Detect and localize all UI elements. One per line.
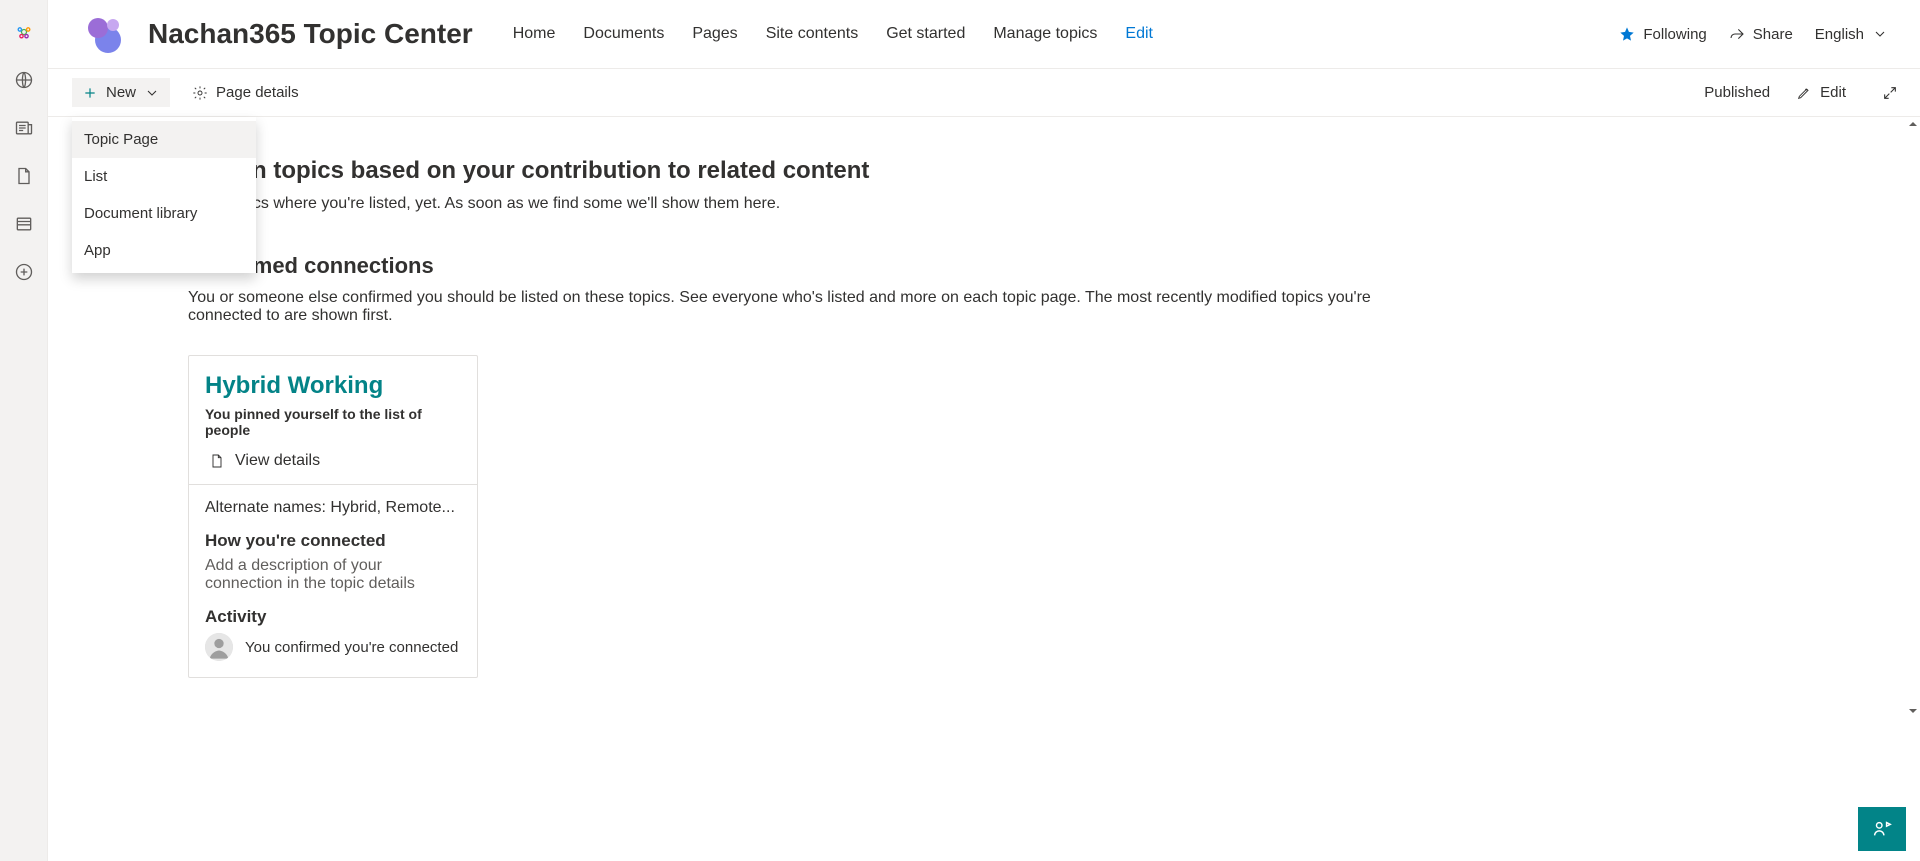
- nav-edit[interactable]: Edit: [1125, 25, 1153, 43]
- scroll-down-icon[interactable]: [1908, 706, 1918, 716]
- scroll-up-icon[interactable]: [1908, 119, 1918, 129]
- dropdown-list[interactable]: List: [72, 158, 256, 195]
- app-rail: [0, 0, 48, 861]
- view-details-label: View details: [235, 452, 320, 470]
- star-icon: [1619, 26, 1635, 42]
- dropdown-topic-page[interactable]: Topic Page: [72, 121, 256, 158]
- new-dropdown: Topic Page List Document library App: [72, 117, 256, 273]
- listed-heading: you on topics based on your contribution…: [188, 157, 1874, 185]
- command-bar: New Page details Published Edit Topic Pa…: [48, 69, 1920, 117]
- pencil-icon: [1796, 85, 1812, 101]
- site-logo: [80, 10, 128, 58]
- rail-add-icon[interactable]: [8, 256, 40, 288]
- alternate-names: Alternate names: Hybrid, Remote...: [205, 499, 461, 517]
- topic-card-subtitle: You pinned yourself to the list of peopl…: [205, 406, 461, 438]
- topic-card-title[interactable]: Hybrid Working: [205, 372, 461, 400]
- topic-card: Hybrid Working You pinned yourself to th…: [188, 355, 478, 678]
- activity-text: You confirmed you're connected: [245, 639, 458, 656]
- top-nav: Home Documents Pages Site contents Get s…: [513, 25, 1153, 43]
- avatar: [205, 633, 233, 661]
- share-icon: [1729, 26, 1745, 42]
- nav-pages[interactable]: Pages: [692, 25, 737, 43]
- rail-news-icon[interactable]: [8, 112, 40, 144]
- expand-icon: [1882, 85, 1898, 101]
- nav-home[interactable]: Home: [513, 25, 556, 43]
- nav-get-started[interactable]: Get started: [886, 25, 965, 43]
- connected-body: Add a description of your connection in …: [205, 557, 461, 593]
- rail-file-icon[interactable]: [8, 160, 40, 192]
- published-status: Published: [1704, 84, 1770, 101]
- page-icon: [209, 453, 225, 469]
- view-details-link[interactable]: View details: [205, 448, 461, 484]
- plus-icon: [82, 85, 98, 101]
- rail-list-icon[interactable]: [8, 208, 40, 240]
- listed-body: t any topics where you're listed, yet. A…: [188, 195, 1874, 213]
- page-content: you on topics based on your contribution…: [48, 117, 1906, 718]
- following-label: Following: [1643, 26, 1706, 43]
- edit-label: Edit: [1820, 84, 1846, 101]
- rail-home-icon[interactable]: [8, 16, 40, 48]
- following-button[interactable]: Following: [1619, 26, 1706, 43]
- language-switcher[interactable]: English: [1815, 26, 1888, 43]
- dropdown-app[interactable]: App: [72, 232, 256, 269]
- site-header: Nachan365 Topic Center Home Documents Pa…: [48, 0, 1920, 69]
- confirmed-heading: Confirmed connections: [188, 253, 1874, 279]
- confirmed-body: You or someone else confirmed you should…: [188, 289, 1418, 325]
- share-button[interactable]: Share: [1729, 26, 1793, 43]
- edit-button[interactable]: Edit: [1786, 78, 1856, 107]
- rail-globe-icon[interactable]: [8, 64, 40, 96]
- activity-heading: Activity: [205, 607, 461, 627]
- site-title[interactable]: Nachan365 Topic Center: [148, 18, 473, 50]
- connected-heading: How you're connected: [205, 531, 461, 551]
- gear-icon: [192, 85, 208, 101]
- language-label: English: [1815, 26, 1864, 43]
- expand-button[interactable]: [1872, 79, 1908, 107]
- card-separator: [189, 484, 477, 485]
- share-label: Share: [1753, 26, 1793, 43]
- page-details-button[interactable]: Page details: [182, 78, 309, 107]
- chevron-down-icon: [1872, 26, 1888, 42]
- nav-documents[interactable]: Documents: [583, 25, 664, 43]
- nav-manage-topics[interactable]: Manage topics: [993, 25, 1097, 43]
- feedback-button[interactable]: [1858, 807, 1906, 851]
- scrollbar[interactable]: [1906, 117, 1920, 718]
- activity-row: You confirmed you're connected: [205, 633, 461, 661]
- chevron-down-icon: [144, 85, 160, 101]
- new-label: New: [106, 84, 136, 101]
- page-details-label: Page details: [216, 84, 299, 101]
- feedback-icon: [1871, 818, 1893, 840]
- new-button[interactable]: New: [72, 78, 170, 107]
- dropdown-document-library[interactable]: Document library: [72, 195, 256, 232]
- nav-site-contents[interactable]: Site contents: [766, 25, 859, 43]
